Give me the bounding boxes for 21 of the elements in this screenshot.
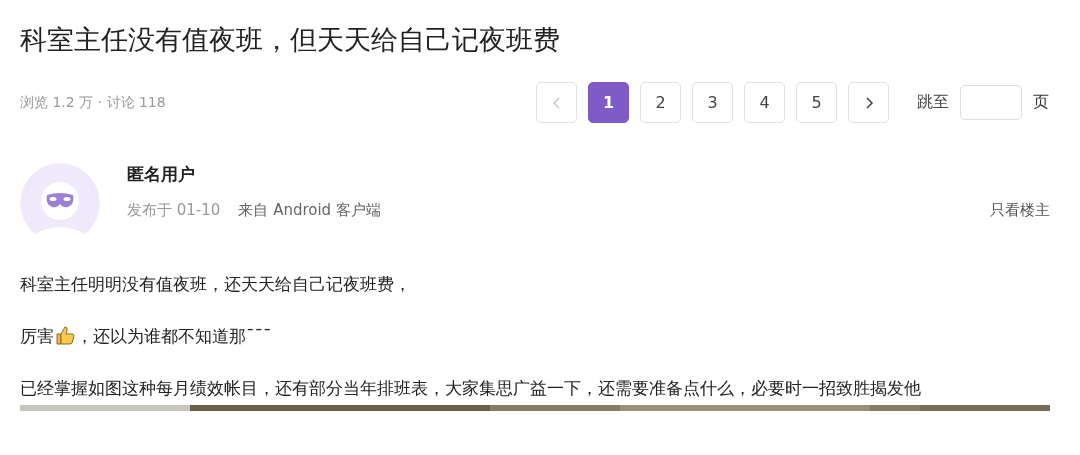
anonymous-avatar-icon — [20, 163, 100, 243]
page-unit-label: 页 — [1033, 92, 1049, 113]
post-text: 厉害 — [20, 326, 54, 346]
post-date: 发布于 01-10 — [127, 201, 221, 219]
author-name[interactable]: 匿名用户 — [127, 163, 1050, 185]
page-button[interactable]: 5 — [796, 82, 837, 123]
page-button[interactable]: 3 — [692, 82, 733, 123]
post-source: 来自 Android 客户端 — [238, 201, 381, 219]
post-title: 科室主任没有值夜班，但天天给自己记夜班费 — [20, 23, 561, 57]
jump-label: 跳至 — [917, 92, 949, 113]
next-page-button[interactable] — [848, 82, 889, 123]
page-button[interactable]: 2 — [640, 82, 681, 123]
page-input-field[interactable] — [960, 85, 1022, 120]
only-op-link[interactable]: 只看楼主 — [990, 201, 1050, 220]
post-stats: 浏览 1.2 万 · 讨论 118 — [20, 93, 166, 112]
post-text: ，还以为谁都不知道那¯¯¯ — [76, 326, 272, 346]
page-button[interactable]: 1 — [588, 82, 629, 123]
page-button[interactable]: 4 — [744, 82, 785, 123]
thumbs-up-icon — [54, 324, 76, 346]
post-paragraph: 已经掌握如图这种每月绩效帐目，还有部分当年排班表，大家集思广益一下，还需要准备点什么，必要时一招致胜揭发他 — [20, 377, 922, 400]
post-paragraph: 科室主任明明没有值夜班，还天天给自己记夜班费， — [20, 273, 412, 296]
